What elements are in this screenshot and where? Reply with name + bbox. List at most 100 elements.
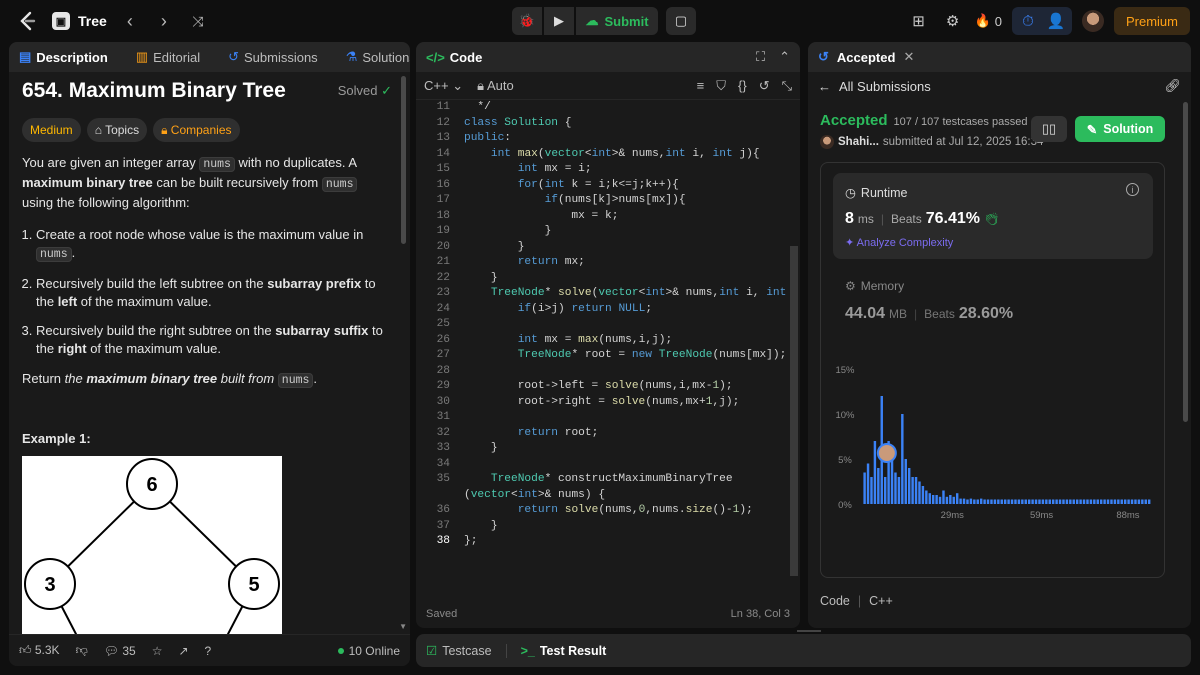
tab-code[interactable]: </> Code: [426, 50, 482, 65]
document-icon: ▤: [19, 49, 32, 64]
shuffle-icon[interactable]: ⤨: [187, 13, 209, 30]
braces-icon[interactable]: {}: [738, 78, 747, 94]
solution-button[interactable]: ✎ Solution: [1075, 116, 1165, 142]
online-dot: [337, 647, 344, 654]
companies-tag[interactable]: 🔒︎ Companies: [153, 118, 240, 142]
language-select[interactable]: C++ ⌄: [424, 78, 463, 94]
scroll-down-icon[interactable]: ▼: [399, 622, 407, 631]
avatar[interactable]: [1081, 10, 1104, 32]
history-icon: ↺: [818, 49, 829, 64]
resize-handle[interactable]: [797, 630, 821, 632]
code-editor[interactable]: 11 */12 class Solution {13 public: 14 int m…: [416, 100, 800, 590]
chart-bar: [993, 499, 997, 504]
lock-icon: 🔒︎: [477, 77, 485, 93]
tab-accepted[interactable]: Accepted: [837, 50, 896, 65]
testcases-passed: 107 / 107 testcases passed: [893, 116, 1028, 128]
code-tabs: </> Code ⛶ ⌃: [416, 42, 800, 72]
chart-bar: [1072, 499, 1075, 504]
line-number: 25: [436, 318, 450, 330]
analyze-complexity-link[interactable]: ✦ Analyze Complexity: [845, 236, 953, 249]
username[interactable]: Shahi...: [838, 136, 879, 148]
fullscreen-icon[interactable]: ⤡: [782, 78, 792, 94]
add-user-icon[interactable]: 👤: [1044, 9, 1068, 33]
chart-bar: [945, 496, 949, 504]
tab-testcase[interactable]: ☑ Testcase: [426, 643, 492, 659]
editorial-button[interactable]: ▯▯: [1031, 116, 1067, 142]
chart-bar: [1000, 499, 1003, 504]
chart-bar: [1014, 499, 1017, 504]
notes-button[interactable]: ▢: [666, 7, 696, 35]
chart-bar: [997, 499, 1000, 504]
line-text: */: [464, 101, 491, 113]
right-scrollbar[interactable]: [1183, 102, 1188, 422]
streak-counter[interactable]: 🔥 0: [975, 13, 1002, 29]
code-line: 38};: [416, 534, 788, 550]
line-number: 17: [436, 194, 450, 206]
chart-bar: [1031, 499, 1034, 504]
problem-list-button[interactable]: ▣ Tree: [52, 12, 107, 30]
note-icon: ▢: [674, 13, 688, 28]
expand-icon[interactable]: ⛶: [756, 49, 765, 65]
mode-select[interactable]: 🔒︎ Auto: [477, 78, 514, 94]
comments-button[interactable]: 💬︎ 35: [104, 644, 136, 658]
code-line: 25: [416, 317, 788, 333]
back-arrow-icon[interactable]: ←: [818, 79, 831, 94]
editor-scrollbar[interactable]: [790, 246, 798, 576]
avatar[interactable]: [820, 135, 834, 149]
line-text: TreeNode* constructMaximumBinaryTree: [490, 473, 733, 485]
link-icon[interactable]: 🔗︎: [1164, 78, 1181, 94]
tab-submissions[interactable]: ↺ Submissions: [228, 49, 318, 65]
tree-node-right: 5: [248, 574, 259, 596]
stopwatch-icon[interactable]: ⏱: [1016, 9, 1040, 33]
accepted-status: Accepted: [820, 112, 888, 129]
test-tabs: ☑ Testcase >_ Test Result: [416, 634, 1191, 667]
format-icon[interactable]: ≡: [697, 78, 705, 94]
reset-icon[interactable]: ↺: [759, 78, 770, 94]
premium-button[interactable]: Premium: [1113, 7, 1190, 35]
scrollbar[interactable]: [401, 76, 406, 244]
x-tick-label: 59ms: [1030, 510, 1053, 521]
prev-problem-icon[interactable]: ‹: [119, 11, 141, 32]
difficulty-badge[interactable]: Medium: [22, 118, 81, 142]
leetcode-logo-icon[interactable]: [14, 8, 40, 34]
debug-button[interactable]: 🐞: [512, 7, 542, 35]
chart-bar: [935, 495, 938, 504]
chart-bar: [1058, 499, 1062, 504]
memory-box[interactable]: ⚙ Memory 44.04 MB | Beats 28.60%: [845, 279, 1013, 323]
line-number: 32: [436, 426, 450, 439]
like-button[interactable]: 👍︎ 5.3K: [19, 643, 60, 658]
code-line: 31: [416, 410, 788, 426]
bookmark-icon[interactable]: ⛉: [716, 78, 726, 94]
chart-bar: [1045, 499, 1048, 504]
runtime-box[interactable]: ◷ Runtime i 8 ms | Beats 76.41% 👏︎ ✦ Analy…: [833, 173, 1153, 259]
run-button[interactable]: ▶: [544, 7, 574, 35]
code-line: 35 TreeNode* constructMaximumBinaryTree: [416, 472, 788, 488]
share-icon[interactable]: ↗: [178, 644, 188, 658]
all-submissions-link[interactable]: All Submissions: [839, 79, 931, 94]
chart-bar: [1117, 499, 1120, 504]
star-icon[interactable]: ☆: [152, 644, 163, 658]
tab-editorial[interactable]: ▥ Editorial: [136, 49, 200, 65]
tab-test-result[interactable]: >_ Test Result: [521, 644, 607, 658]
collapse-icon[interactable]: ⌃: [779, 49, 790, 65]
memory-value: 44.04 MB | Beats 28.60%: [845, 305, 1014, 322]
close-icon[interactable]: ✕: [903, 49, 914, 65]
help-icon[interactable]: ?: [205, 644, 212, 658]
submit-button[interactable]: ☁ Submit: [576, 7, 658, 35]
tab-description[interactable]: ▤ Description: [19, 49, 108, 65]
line-text: for(int k = i;k<=j;k++){: [517, 178, 679, 191]
line-number: 24: [436, 302, 450, 315]
chart-bar: [1089, 499, 1093, 504]
chart-bar: [1021, 499, 1024, 504]
runtime-distribution-chart[interactable]: 15% 10% 5% 0% 29ms 59ms 88ms: [821, 359, 1166, 529]
next-problem-icon[interactable]: ›: [153, 11, 175, 32]
chart-bar: [1079, 499, 1082, 504]
topics-tag[interactable]: ⌂ Topics: [86, 118, 148, 142]
gear-icon[interactable]: ⚙: [941, 9, 965, 33]
layout-icon[interactable]: ⊞: [907, 9, 931, 33]
line-text: return root;: [517, 426, 599, 439]
info-icon[interactable]: i: [1126, 183, 1139, 196]
chart-bar: [969, 498, 973, 504]
tab-solutions[interactable]: ⚗Solutions: [346, 49, 410, 65]
dislike-icon[interactable]: 👎︎: [76, 643, 88, 658]
